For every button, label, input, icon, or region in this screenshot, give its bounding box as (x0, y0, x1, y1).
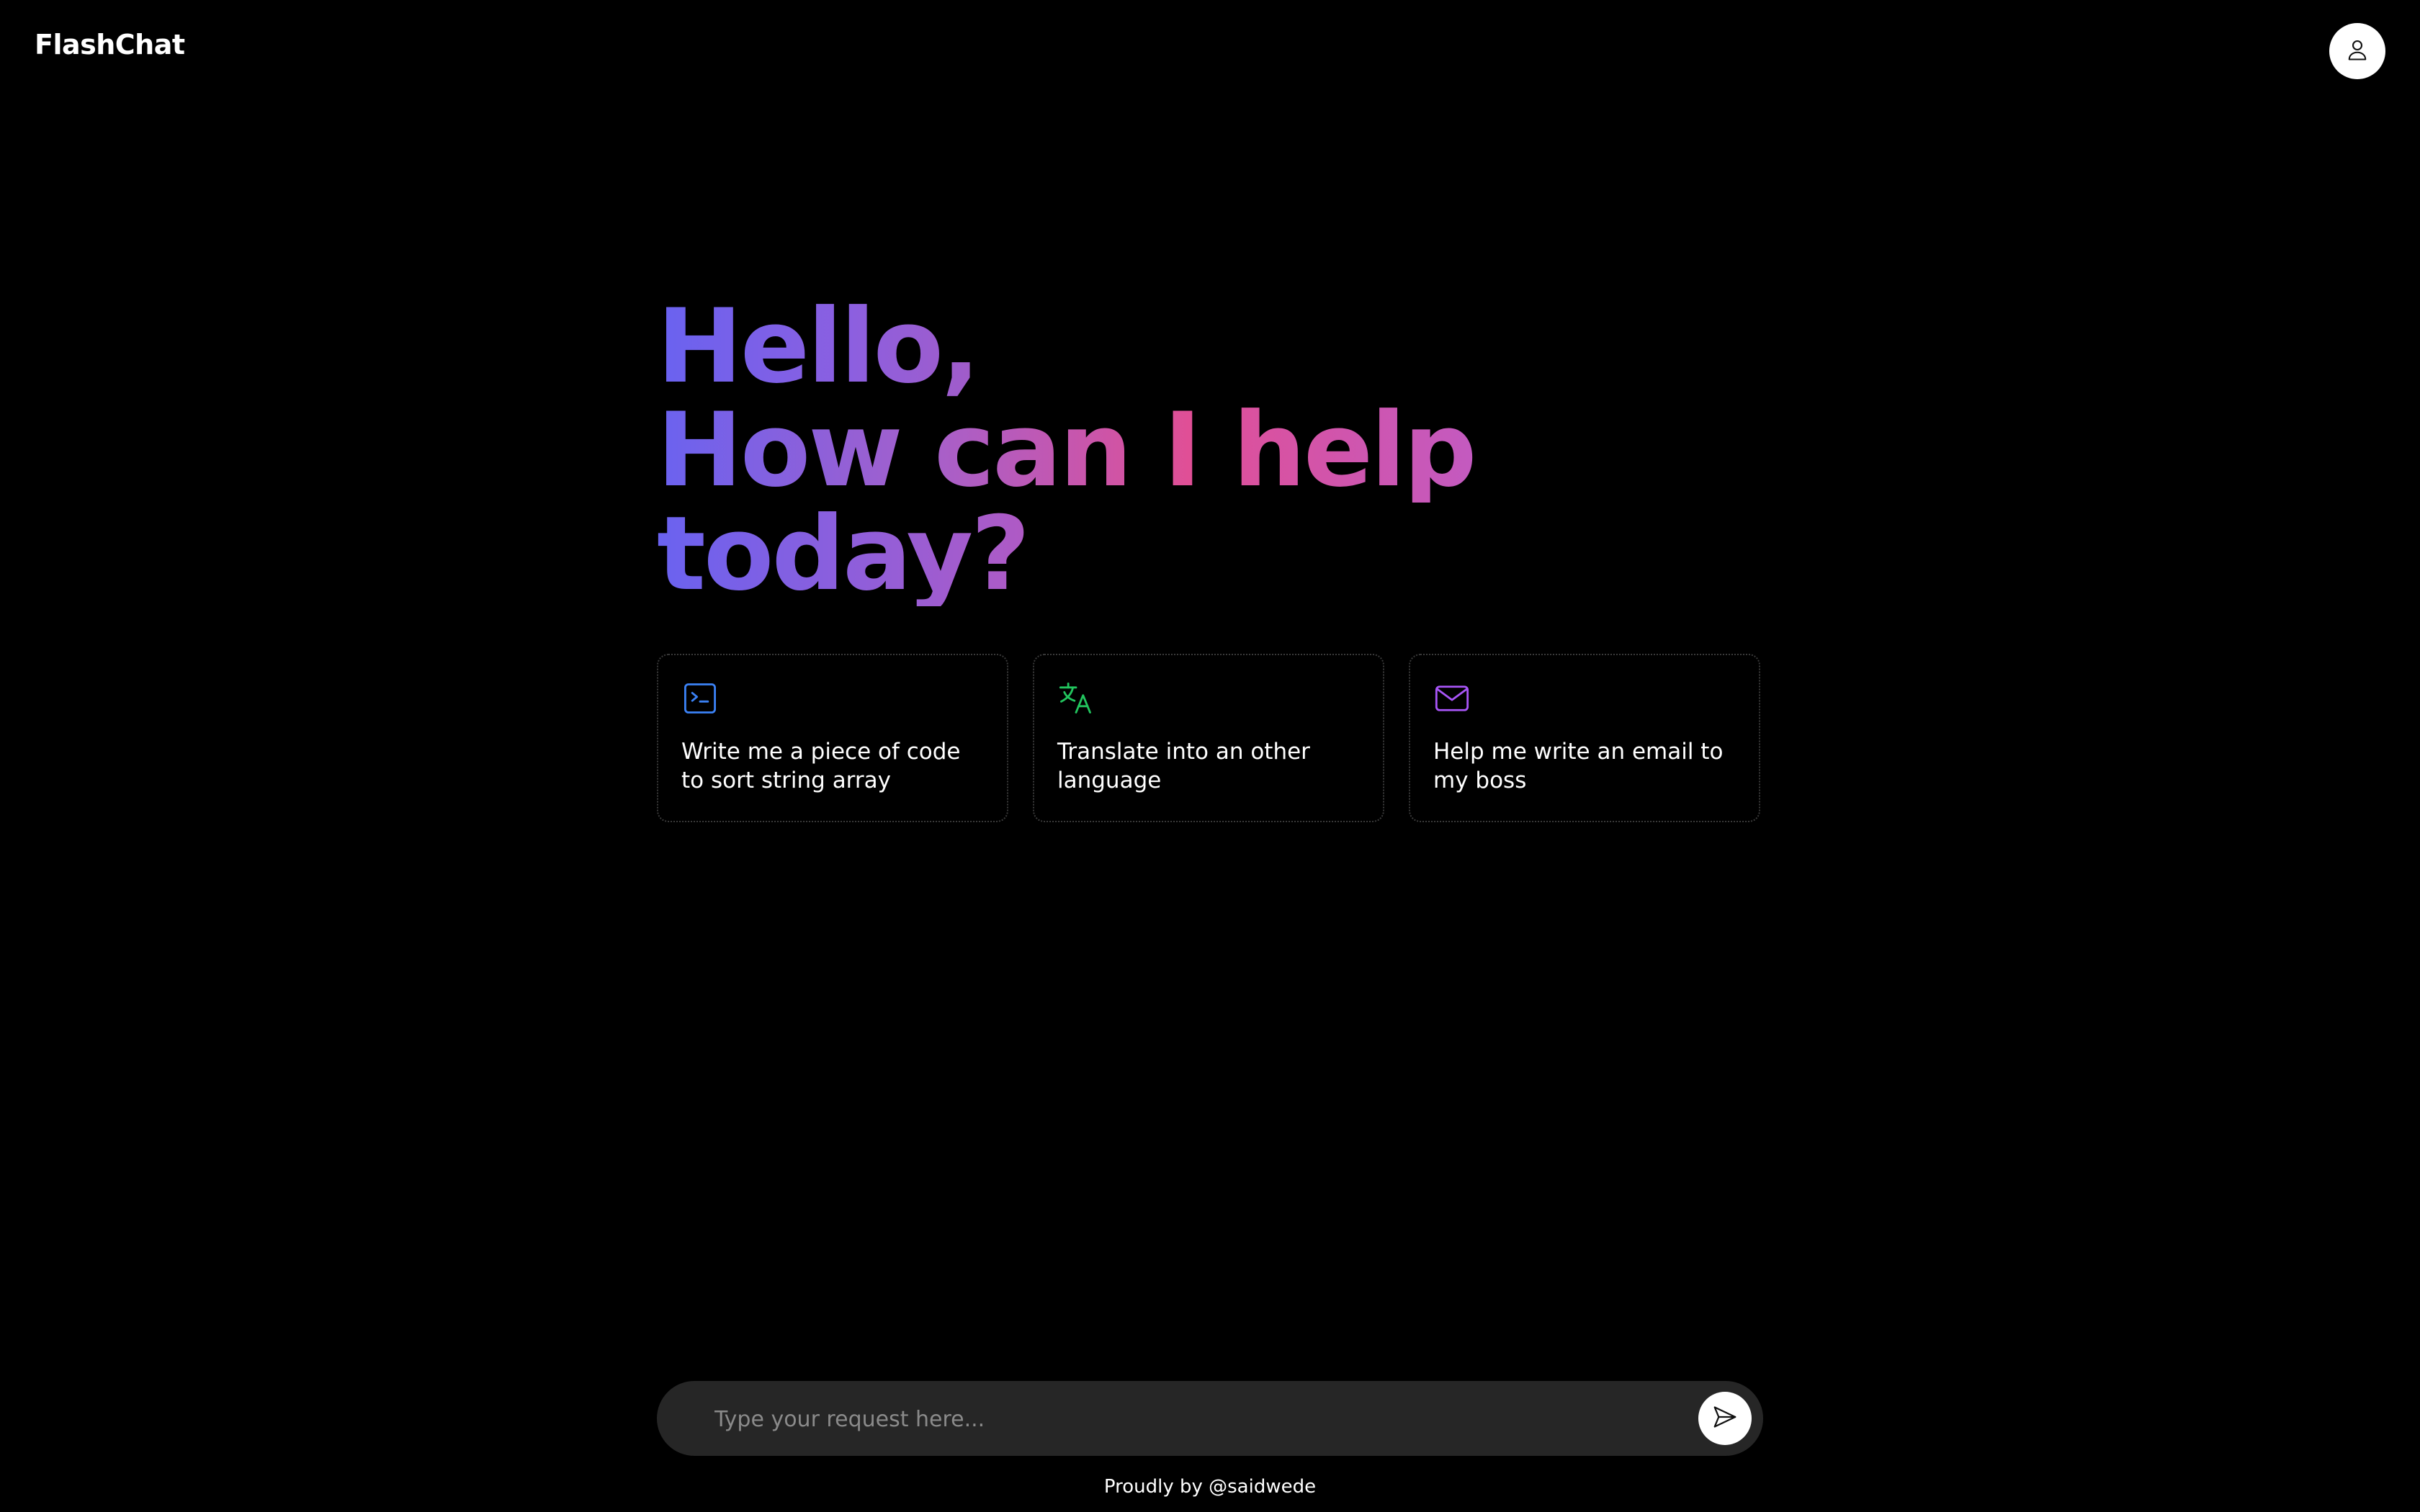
suggestion-cards: Write me a piece of code to sort string … (657, 654, 1763, 822)
user-icon (2344, 37, 2370, 66)
footer-credit: Proudly by @saidwede (1103, 1476, 1317, 1498)
suggestion-card-code[interactable]: Write me a piece of code to sort string … (657, 654, 1008, 822)
greeting-line-1: Hello, (657, 287, 980, 406)
brand-logo[interactable]: FlashChat (35, 29, 185, 60)
translate-icon (1057, 680, 1095, 717)
greeting-line-3: today? (657, 495, 1030, 613)
send-icon (1711, 1403, 1739, 1434)
suggestion-card-email[interactable]: Help me write an email to my boss (1409, 654, 1760, 822)
user-avatar-button[interactable] (2329, 23, 2385, 79)
greeting-heading: Hello, How can I help today? (657, 295, 1521, 606)
terminal-icon (681, 680, 719, 717)
suggestion-card-translate[interactable]: Translate into an other language (1033, 654, 1384, 822)
suggestion-text: Help me write an email to my boss (1433, 739, 1724, 793)
suggestion-text: Translate into an other language (1057, 739, 1310, 793)
suggestion-text: Write me a piece of code to sort string … (681, 739, 961, 793)
prompt-composer (657, 1381, 1763, 1457)
send-button[interactable] (1698, 1392, 1752, 1445)
mail-icon (1433, 680, 1471, 717)
greeting-line-2: How can I help (657, 391, 1477, 510)
prompt-input[interactable] (713, 1381, 1616, 1457)
app-root: FlashChat Hello, How can I help today? W… (0, 0, 2420, 1512)
